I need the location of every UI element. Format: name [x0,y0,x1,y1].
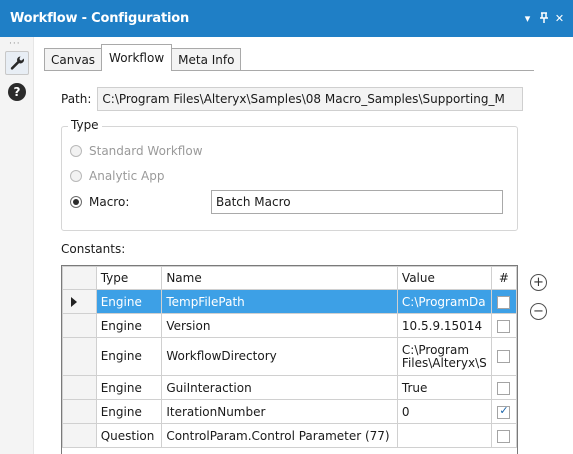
window-title: Workflow - Configuration [10,11,190,26]
cell-type[interactable]: Question [95,423,163,448]
row-selector[interactable] [62,423,97,448]
cell-value[interactable]: C:\Program Files\Alteryx\S [396,337,492,376]
path-row: Path: C:\Program Files\Alteryx\Samples\0… [61,87,524,111]
cell-type[interactable]: Engine [95,337,163,376]
dropdown-arrow-icon[interactable]: ▾ [522,12,533,25]
add-constant-button[interactable]: + [530,274,547,291]
radio-standard-workflow[interactable]: Standard Workflow [70,144,203,158]
radio-button[interactable] [70,170,82,182]
current-row-arrow-icon [71,296,77,307]
prompt-checkbox[interactable] [497,319,511,333]
cell-name[interactable]: TempFilePath [161,289,398,314]
remove-constant-button[interactable]: − [530,303,547,320]
cell-value[interactable] [396,423,492,448]
cell-name[interactable]: GuiInteraction [161,375,398,400]
constants-table: Type Name Value # Engine TempFilePath C:… [62,266,517,448]
cell-type[interactable]: Engine [95,375,163,400]
cell-type[interactable]: Engine [95,289,163,314]
config-sidebar: ··· ? [0,37,34,454]
help-icon[interactable]: ? [8,83,26,101]
table-row[interactable]: Engine IterationNumber 0 [62,399,517,424]
path-field[interactable]: C:\Program Files\Alteryx\Samples\08 Macr… [97,87,524,111]
path-label: Path: [61,92,92,106]
column-header-type[interactable]: Type [95,266,163,290]
column-header-hash[interactable]: # [490,266,517,290]
header-row: Type Name Value # [62,266,517,290]
cell-value[interactable]: 0 [396,399,492,424]
title-bar: Workflow - Configuration ▾ ✕ [0,0,573,37]
cell-value[interactable]: 10.5.9.15014 [396,313,492,338]
close-icon[interactable]: ✕ [554,12,565,25]
radio-button[interactable] [70,196,82,208]
wrench-icon[interactable] [5,51,29,75]
prompt-checkbox[interactable] [497,404,511,419]
prompt-checkbox[interactable] [497,429,511,443]
row-selector[interactable] [62,375,97,400]
radio-button[interactable] [70,145,82,157]
column-header-value[interactable]: Value [396,266,492,290]
cell-name[interactable]: WorkflowDirectory [161,337,398,376]
row-selector[interactable] [62,313,97,338]
cell-value[interactable]: C:\ProgramDa [396,289,492,314]
prompt-checkbox[interactable] [497,381,511,395]
radio-macro[interactable]: Macro: [70,195,129,209]
cell-value[interactable]: True [396,375,492,400]
tab-meta-info[interactable]: Meta Info [171,48,242,71]
type-legend: Type [68,118,102,132]
cell-value-line: Files\Alteryx\S [401,355,487,370]
cell-name[interactable]: IterationNumber [161,399,398,424]
radio-label: Standard Workflow [89,144,203,158]
row-selector[interactable] [62,289,97,314]
row-selector[interactable] [62,399,97,424]
column-header-name[interactable]: Name [161,266,398,290]
table-row[interactable]: Engine Version 10.5.9.15014 [62,313,517,338]
type-groupbox: Type Standard Workflow Analytic App Macr… [61,118,518,231]
tab-workflow[interactable]: Workflow [101,44,173,71]
sidebar-grip[interactable]: ··· [9,39,21,49]
radio-label: Macro: [89,195,130,209]
cell-type[interactable]: Engine [95,313,163,338]
prompt-checkbox[interactable] [497,295,511,309]
row-selector-header [62,266,97,290]
radio-analytic-app[interactable]: Analytic App [70,169,165,183]
constants-label: Constants: [61,242,126,256]
radio-label: Analytic App [89,169,165,183]
cell-name[interactable]: Version [161,313,398,338]
table-row[interactable]: Engine WorkflowDirectory C:\Program File… [62,337,517,376]
constants-grid[interactable]: Type Name Value # Engine TempFilePath C:… [61,265,518,454]
row-selector[interactable] [62,337,97,376]
table-row[interactable]: Question ControlParam.Control Parameter … [62,423,517,448]
tab-canvas[interactable]: Canvas [44,48,103,71]
macro-type-field[interactable]: Batch Macro [211,190,503,214]
table-row[interactable]: Engine GuiInteraction True [62,375,517,400]
tab-bar: Canvas Workflow Meta Info [44,44,242,71]
table-row[interactable]: Engine TempFilePath C:\ProgramDa [62,289,517,314]
pin-icon[interactable] [538,11,549,26]
cell-name[interactable]: ControlParam.Control Parameter (77) [161,423,398,448]
cell-type[interactable]: Engine [95,399,163,424]
cell-value-line: C:\Program [401,342,470,357]
prompt-checkbox[interactable] [497,350,511,363]
